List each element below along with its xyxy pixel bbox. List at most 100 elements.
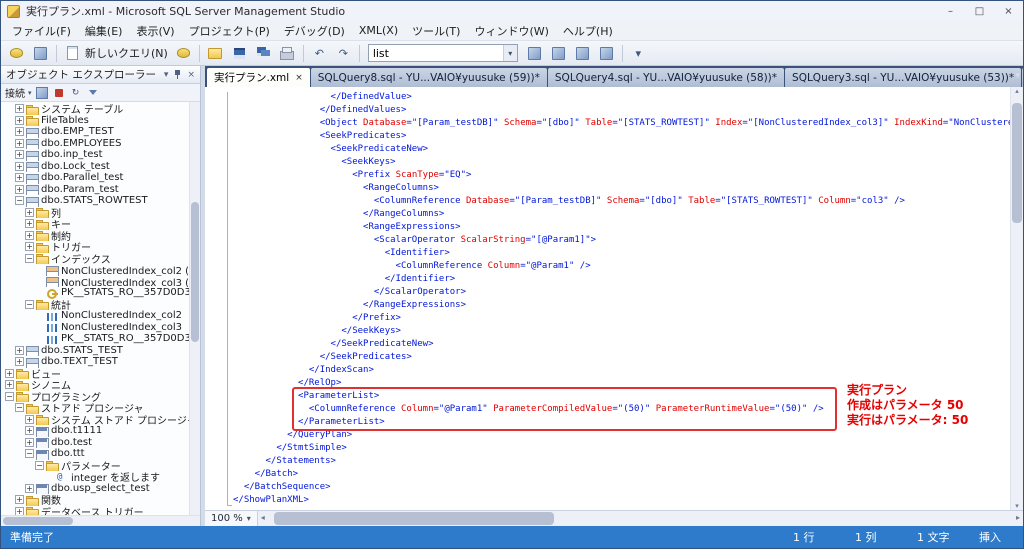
tree-item[interactable]: − ストアド プロシージャ bbox=[1, 402, 189, 414]
tree-item[interactable]: + シノニム bbox=[1, 379, 189, 391]
new-query-button[interactable]: 新しいクエリ(N) bbox=[61, 42, 171, 64]
tree-item[interactable]: + FileTables bbox=[1, 115, 189, 126]
tree-item[interactable]: + dbo.STATS_TEST bbox=[1, 345, 189, 356]
tree-item[interactable]: + データベース トリガー bbox=[1, 506, 189, 515]
undo-icon[interactable]: ↶ bbox=[308, 42, 331, 64]
toolbar-combobox-input[interactable] bbox=[368, 46, 503, 60]
tree-item[interactable]: NonClusteredIndex_col2 bbox=[1, 310, 189, 322]
pin-icon[interactable] bbox=[174, 69, 181, 80]
expand-icon[interactable]: + bbox=[25, 437, 34, 447]
tree-item[interactable]: NonClusteredIndex_col3 bbox=[1, 322, 189, 334]
bookmark-icon[interactable] bbox=[547, 42, 570, 64]
tree-item[interactable]: − プログラミング bbox=[1, 391, 189, 402]
scrollbar-thumb[interactable] bbox=[1012, 103, 1022, 223]
scrollbar-thumb[interactable] bbox=[3, 517, 73, 525]
collapse-icon[interactable]: − bbox=[35, 460, 44, 470]
zoom-control[interactable]: 100 % ▾ bbox=[205, 511, 258, 526]
tree-item[interactable]: − dbo.STATS_ROWTEST bbox=[1, 195, 189, 207]
refresh-icon[interactable]: ↻ bbox=[69, 86, 83, 100]
menu-debug[interactable]: デバッグ(D) bbox=[277, 21, 352, 41]
explorer-vertical-scrollbar[interactable] bbox=[189, 102, 200, 515]
tab-sqlquery8[interactable]: SQLQuery8.sql - YU...VAIO¥yuusuke (59))* bbox=[310, 68, 547, 87]
find-icon[interactable] bbox=[523, 42, 546, 64]
scroll-right-icon[interactable]: ▸ bbox=[1016, 513, 1020, 522]
save-icon[interactable] bbox=[228, 42, 251, 64]
expand-icon[interactable]: + bbox=[25, 207, 34, 217]
disconnect-icon[interactable] bbox=[35, 86, 49, 100]
tree-item[interactable]: + 関数 bbox=[1, 494, 189, 506]
object-explorer-tree[interactable]: + システム テーブル + FileTables + dbo.EMP_TEST + dbo.E… bbox=[1, 102, 189, 515]
expand-icon[interactable]: + bbox=[25, 230, 34, 240]
expand-icon[interactable]: + bbox=[15, 345, 24, 355]
tree-item[interactable]: − dbo.ttt bbox=[1, 448, 189, 460]
editor-horizontal-scrollbar[interactable]: ◂ ▸ bbox=[258, 511, 1023, 526]
filter-icon[interactable] bbox=[86, 86, 100, 100]
scroll-up-icon[interactable]: ▴ bbox=[1015, 87, 1019, 95]
collapse-icon[interactable]: − bbox=[25, 449, 34, 459]
collapse-icon[interactable]: − bbox=[25, 299, 34, 309]
maximize-button[interactable]: □ bbox=[965, 1, 994, 21]
tree-item[interactable]: + dbo.inp_test bbox=[1, 149, 189, 161]
tree-item[interactable]: + トリガー bbox=[1, 241, 189, 253]
connect-button[interactable]: 接続 ▾ bbox=[5, 85, 32, 101]
activity-monitor-icon[interactable] bbox=[29, 42, 52, 64]
expand-icon[interactable]: + bbox=[25, 426, 34, 436]
menu-project[interactable]: プロジェクト(P) bbox=[182, 21, 277, 41]
expand-icon[interactable]: + bbox=[15, 150, 24, 160]
expand-icon[interactable]: + bbox=[15, 138, 24, 148]
tree-item[interactable]: + dbo.Param_test bbox=[1, 184, 189, 195]
scrollbar-thumb[interactable] bbox=[191, 202, 199, 342]
menu-edit[interactable]: 編集(E) bbox=[78, 21, 130, 41]
editor-vertical-scrollbar[interactable]: ▴ ▾ bbox=[1010, 87, 1023, 510]
document-list-icon[interactable]: ▾ bbox=[1015, 71, 1020, 81]
tree-item[interactable]: + dbo.usp_select_test bbox=[1, 483, 189, 494]
menu-file[interactable]: ファイル(F) bbox=[5, 21, 78, 41]
close-button[interactable]: × bbox=[994, 1, 1023, 21]
expand-icon[interactable]: + bbox=[25, 242, 34, 252]
tree-item[interactable]: PK__STATS_RO__357D0D3E4E bbox=[1, 333, 189, 345]
expand-icon[interactable]: + bbox=[25, 219, 34, 229]
print-icon[interactable] bbox=[276, 42, 299, 64]
expand-icon[interactable]: + bbox=[15, 506, 24, 515]
expand-icon[interactable]: + bbox=[5, 380, 14, 390]
combobox-dropdown-icon[interactable]: ▾ bbox=[502, 45, 517, 61]
scroll-left-icon[interactable]: ◂ bbox=[261, 513, 265, 522]
save-all-icon[interactable] bbox=[252, 42, 275, 64]
collapse-icon[interactable]: − bbox=[15, 403, 24, 413]
tree-item[interactable]: − インデックス bbox=[1, 253, 189, 264]
tab-sqlquery3[interactable]: SQLQuery3.sql - YU...VAIO¥yuusuke (53))* bbox=[785, 68, 1022, 87]
toolbar-options-icon[interactable]: ▾ bbox=[627, 42, 650, 64]
tree-item[interactable]: − 統計 bbox=[1, 299, 189, 310]
menu-view[interactable]: 表示(V) bbox=[129, 21, 181, 41]
expand-icon[interactable]: + bbox=[5, 368, 14, 378]
tree-item[interactable]: + dbo.TEXT_TEST bbox=[1, 356, 189, 368]
expand-icon[interactable]: + bbox=[15, 115, 24, 125]
expand-icon[interactable]: + bbox=[15, 184, 24, 194]
expand-icon[interactable]: + bbox=[25, 414, 34, 424]
stop-icon[interactable] bbox=[52, 86, 66, 100]
tab-execution-plan[interactable]: 実行プラン.xml × bbox=[207, 68, 310, 87]
tree-item[interactable]: + dbo.Parallel_test bbox=[1, 172, 189, 184]
expand-icon[interactable]: + bbox=[15, 495, 24, 505]
tree-item[interactable]: NonClusteredIndex_col3 (非- bbox=[1, 276, 189, 287]
tree-item[interactable]: + dbo.test bbox=[1, 437, 189, 448]
comment-icon[interactable] bbox=[571, 42, 594, 64]
tab-sqlquery4[interactable]: SQLQuery4.sql - YU...VAIO¥yuusuke (58))* bbox=[547, 68, 785, 87]
tab-close-icon[interactable]: × bbox=[295, 73, 303, 83]
minimize-button[interactable]: – bbox=[936, 1, 965, 21]
tree-item[interactable]: + dbo.EMP_TEST bbox=[1, 126, 189, 138]
collapse-icon[interactable]: − bbox=[5, 391, 14, 401]
scrollbar-thumb[interactable] bbox=[273, 512, 554, 525]
expand-icon[interactable]: + bbox=[15, 104, 24, 114]
tree-item[interactable]: + 列 bbox=[1, 207, 189, 218]
toolbar-combobox[interactable]: ▾ bbox=[367, 44, 518, 62]
tree-item[interactable]: + ビュー bbox=[1, 368, 189, 379]
explorer-horizontal-scrollbar[interactable] bbox=[1, 515, 200, 526]
code-area[interactable]: 実行プラン 作成はパラメータ 50 実行はパラメータ: 50 </Defined… bbox=[205, 87, 1010, 510]
menu-xml[interactable]: XML(X) bbox=[352, 22, 405, 39]
tree-item[interactable]: + 制約 bbox=[1, 230, 189, 241]
expand-icon[interactable]: + bbox=[15, 127, 24, 137]
window-menu-icon[interactable]: ▾ bbox=[164, 70, 169, 80]
tree-item[interactable]: − パラメーター bbox=[1, 460, 189, 471]
tree-item[interactable]: + dbo.t1111 bbox=[1, 425, 189, 437]
